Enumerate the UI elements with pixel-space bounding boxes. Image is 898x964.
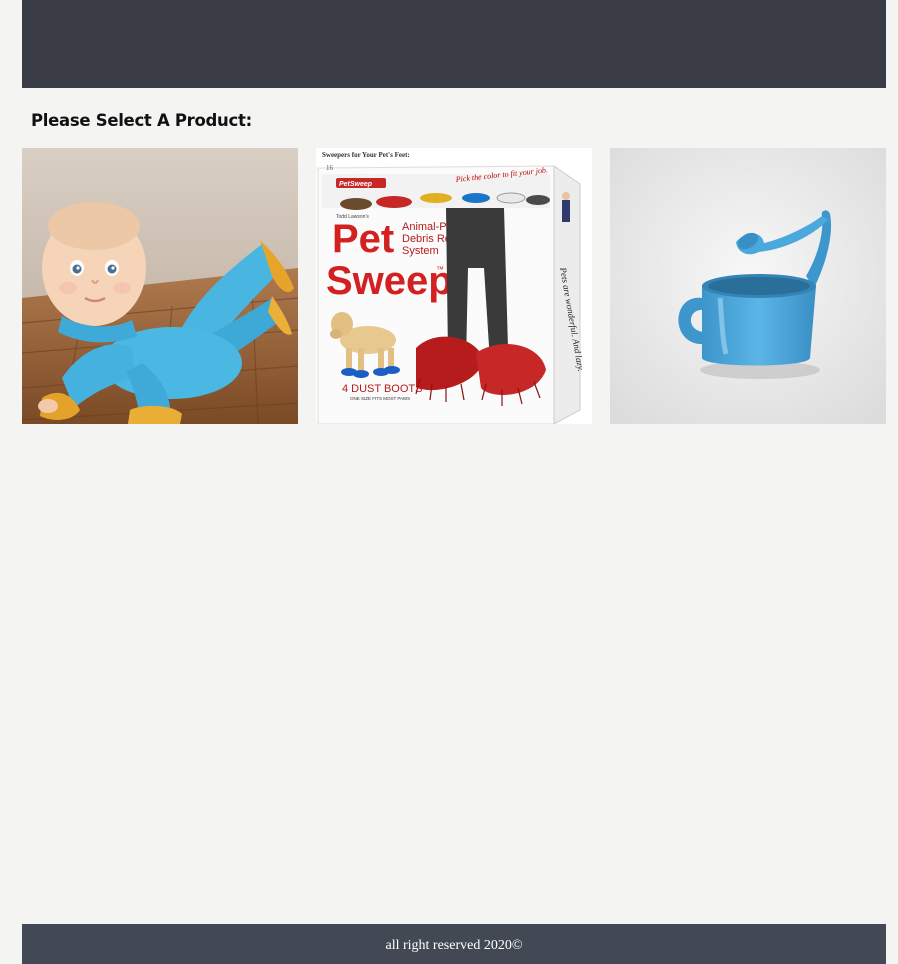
box-number: 16 xyxy=(326,164,334,172)
pet-sweep-box-image: Sweepers for Your Pet's Feet: 16 PetSwee… xyxy=(316,148,592,424)
box-top-line: Sweepers for Your Pet's Feet: xyxy=(322,151,410,159)
page-heading: Please Select A Product: xyxy=(31,111,252,130)
product-card-pet-sweep[interactable]: Sweepers for Your Pet's Feet: 16 PetSwee… xyxy=(316,148,592,424)
box-count: 4 DUST BOOTS xyxy=(342,383,422,395)
box-count-sub: ONE SIZE FITS MOST PAWS xyxy=(350,396,410,401)
footer-bar: all right reserved 2020© xyxy=(22,924,886,964)
box-title-sweep: Sweep xyxy=(326,259,453,303)
product-card-watering-can-mug[interactable] xyxy=(610,148,886,424)
header-bar xyxy=(22,0,886,88)
box-title-tm: ™ xyxy=(436,265,444,274)
box-brand-small: PetSweep xyxy=(339,181,373,188)
baby-mop-onesie-image xyxy=(22,148,298,424)
box-title-pet: Pet xyxy=(332,217,394,261)
copyright-text: all right reserved 2020© xyxy=(385,938,523,953)
product-card-baby-mop[interactable] xyxy=(22,148,298,424)
watering-can-mug-image xyxy=(610,148,886,424)
box-sub3: System xyxy=(402,245,439,257)
